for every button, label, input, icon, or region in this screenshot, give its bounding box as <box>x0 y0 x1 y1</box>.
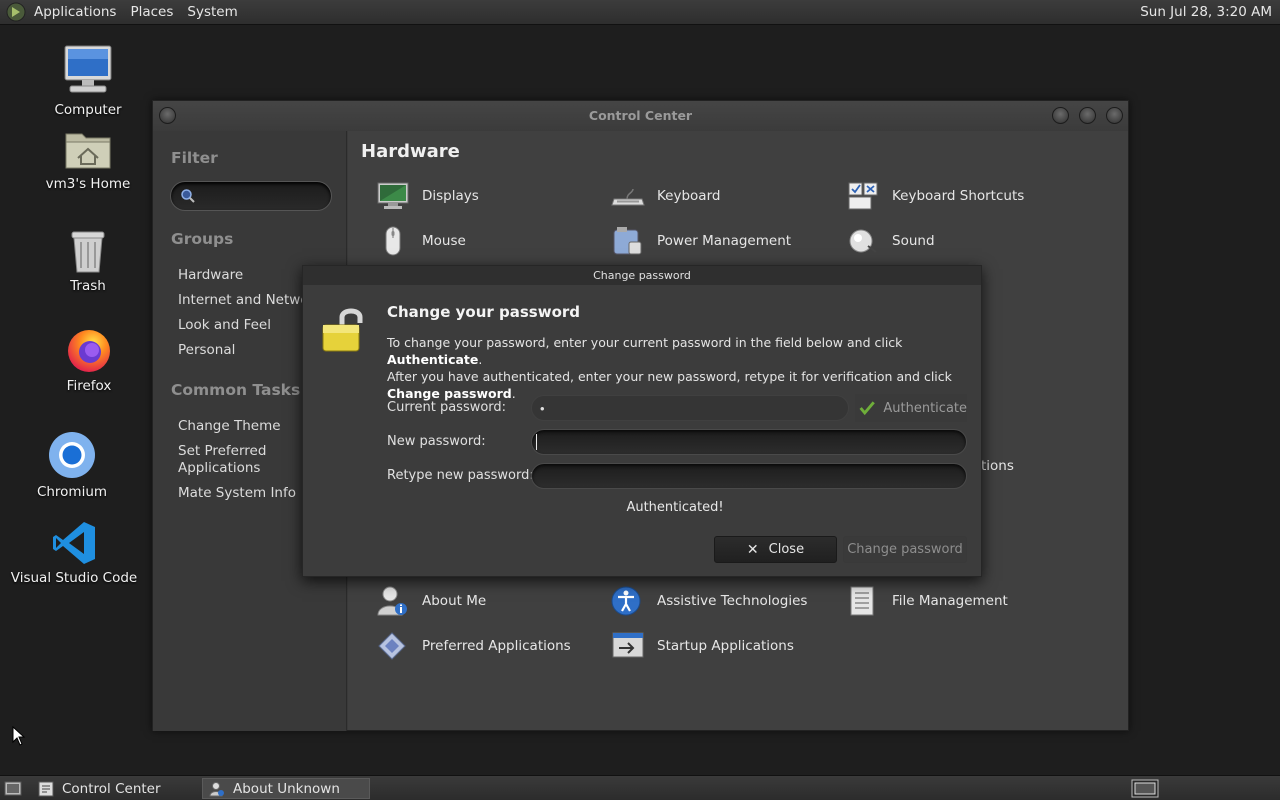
item-label: Power Management <box>657 233 792 249</box>
desktop-icon-label: Computer <box>54 102 122 118</box>
current-password-label: Current password: <box>387 400 507 415</box>
trash-icon <box>71 231 105 273</box>
item-power-management[interactable]: Power Management <box>611 225 791 257</box>
top-panel: Applications Places System Sun Jul 28, 3… <box>0 0 1280 25</box>
item-label: Displays <box>422 188 479 204</box>
search-icon <box>181 189 195 203</box>
close-window-button[interactable] <box>1106 107 1123 124</box>
places-menu[interactable]: Places <box>123 0 180 25</box>
status-message: Authenticated! <box>626 500 724 515</box>
desktop-icon-computer[interactable]: Computer <box>23 44 153 118</box>
display-icon <box>377 182 409 209</box>
keyboard-shortcuts-icon <box>848 182 878 210</box>
desktop-icon-label: Trash <box>70 278 106 294</box>
desktop-icon-label: vm3's Home <box>45 176 131 192</box>
item-assistive-technologies[interactable]: Assistive Technologies <box>611 585 807 617</box>
unlocked-padlock-icon <box>322 308 363 352</box>
mouse-pointer-icon <box>12 726 26 746</box>
item-label: Assistive Technologies <box>657 593 808 609</box>
workspace-switcher-icon[interactable] <box>1131 779 1159 798</box>
section-title-hardware: Hardware <box>361 141 460 162</box>
retype-password-field[interactable] <box>531 463 967 489</box>
system-menu[interactable]: System <box>180 0 244 25</box>
desktop-icon-vscode[interactable]: Visual Studio Code <box>9 520 139 586</box>
new-password-label: New password: <box>387 434 486 449</box>
firefox-icon <box>68 330 110 372</box>
item-label: Keyboard <box>657 188 721 204</box>
item-keyboard-shortcuts[interactable]: Keyboard Shortcuts <box>846 180 1024 212</box>
current-password-field[interactable] <box>531 395 849 421</box>
clock[interactable]: Sun Jul 28, 3:20 AM <box>1140 0 1272 25</box>
window-title: Control Center <box>588 108 693 123</box>
item-about-me[interactable]: About Me <box>376 585 486 617</box>
checkmark-icon <box>859 401 875 416</box>
power-management-icon <box>613 227 642 255</box>
groups-heading: Groups <box>171 230 234 248</box>
desktop-icon-label: Chromium <box>36 484 108 500</box>
desktop-icon-chromium[interactable]: Chromium <box>7 430 137 500</box>
taskbar-control-center[interactable]: Control Center <box>32 778 198 799</box>
minimize-button[interactable] <box>1052 107 1069 124</box>
close-button[interactable]: ✕ Close <box>714 536 837 563</box>
common-tasks-heading: Common Tasks <box>171 381 301 399</box>
partial-hidden-item[interactable]: tions <box>981 450 1014 482</box>
dialog-heading: Change your password <box>387 303 581 321</box>
accessibility-icon <box>611 586 641 616</box>
desktop-icon-firefox[interactable]: Firefox <box>24 326 154 394</box>
text-cursor <box>536 434 537 450</box>
about-me-icon <box>377 586 407 616</box>
item-label: Mouse <box>422 233 466 249</box>
change-password-button[interactable]: Change password <box>843 536 967 563</box>
item-startup-applications[interactable]: Startup Applications <box>611 630 794 662</box>
item-keyboard[interactable]: Keyboard <box>611 180 720 212</box>
mate-logo-icon[interactable] <box>6 2 26 22</box>
authenticate-button[interactable]: Authenticate <box>855 394 967 422</box>
close-icon: ✕ <box>746 541 759 558</box>
startup-applications-icon <box>612 632 644 658</box>
item-mouse[interactable]: Mouse <box>376 225 466 257</box>
item-label: About Me <box>422 593 487 609</box>
desktop-icon-home[interactable]: vm3's Home <box>23 128 153 192</box>
desktop-icon-trash[interactable]: Trash <box>23 228 153 294</box>
desktop-icon-label: Firefox <box>66 378 112 394</box>
bottom-panel: Control Center About Unknown <box>0 775 1280 800</box>
vscode-icon <box>53 522 95 564</box>
item-label: Sound <box>892 233 935 249</box>
dialog-titlebar[interactable]: Change password <box>303 266 981 285</box>
home-folder-icon <box>65 133 111 169</box>
filter-heading: Filter <box>171 149 218 167</box>
new-password-field[interactable] <box>531 429 967 455</box>
item-file-management[interactable]: File Management <box>846 585 1008 617</box>
show-desktop-icon[interactable] <box>4 781 22 796</box>
item-sound[interactable]: Sound <box>846 225 935 257</box>
keyboard-icon <box>611 188 645 206</box>
item-label: Startup Applications <box>657 638 794 654</box>
mouse-icon <box>385 226 401 256</box>
taskbar-about-unknown[interactable]: About Unknown <box>202 778 370 799</box>
item-label: Preferred Applications <box>422 638 571 654</box>
item-label: File Management <box>892 593 1008 609</box>
dialog-description: To change your password, enter your curr… <box>387 335 952 401</box>
applications-menu[interactable]: Applications <box>27 0 123 25</box>
item-label: Keyboard Shortcuts <box>892 188 1025 204</box>
preferred-applications-icon <box>378 632 406 660</box>
change-password-dialog: Change password Change your password To … <box>302 265 982 577</box>
file-management-icon <box>850 586 874 616</box>
window-titlebar[interactable]: Control Center <box>153 101 1128 131</box>
about-me-app-icon <box>209 781 224 796</box>
desktop-icon-label: Visual Studio Code <box>10 570 138 586</box>
item-label: tions <box>981 458 1014 474</box>
control-center-app-icon <box>38 781 54 796</box>
computer-icon <box>64 45 112 93</box>
item-displays[interactable]: Displays <box>376 180 479 212</box>
retype-password-label: Retype new password: <box>387 468 534 483</box>
item-preferred-applications[interactable]: Preferred Applications <box>376 630 571 662</box>
chromium-icon <box>49 432 95 478</box>
maximize-button[interactable] <box>1079 107 1096 124</box>
sound-icon <box>849 229 877 253</box>
